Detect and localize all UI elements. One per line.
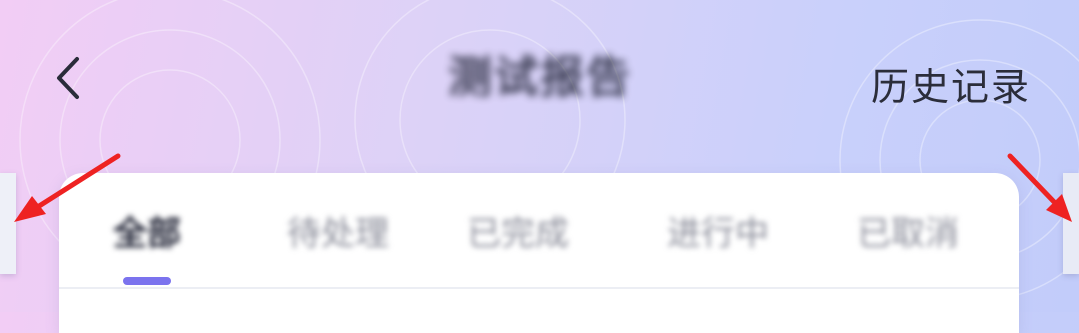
page-title: 测试报告 (448, 52, 632, 103)
back-button[interactable] (44, 52, 92, 104)
tab-in-progress[interactable]: 进行中 (663, 211, 773, 257)
chevron-left-icon (57, 57, 79, 99)
next-page-panel[interactable] (1063, 173, 1079, 274)
tab-completed[interactable]: 已完成 (463, 211, 573, 257)
divider (59, 287, 1019, 289)
history-button[interactable]: 历史记录 (871, 56, 1031, 111)
tab-all[interactable]: 全部 (92, 211, 202, 257)
tab-cancelled[interactable]: 已取消 (853, 211, 963, 257)
active-tab-indicator (123, 277, 171, 285)
tab-pending[interactable]: 待处理 (283, 211, 393, 257)
tab-bar: 全部 待处理 已完成 进行中 已取消 (59, 173, 1019, 285)
prev-page-panel[interactable] (0, 173, 16, 274)
content-card: 全部 待处理 已完成 进行中 已取消 (59, 173, 1019, 333)
